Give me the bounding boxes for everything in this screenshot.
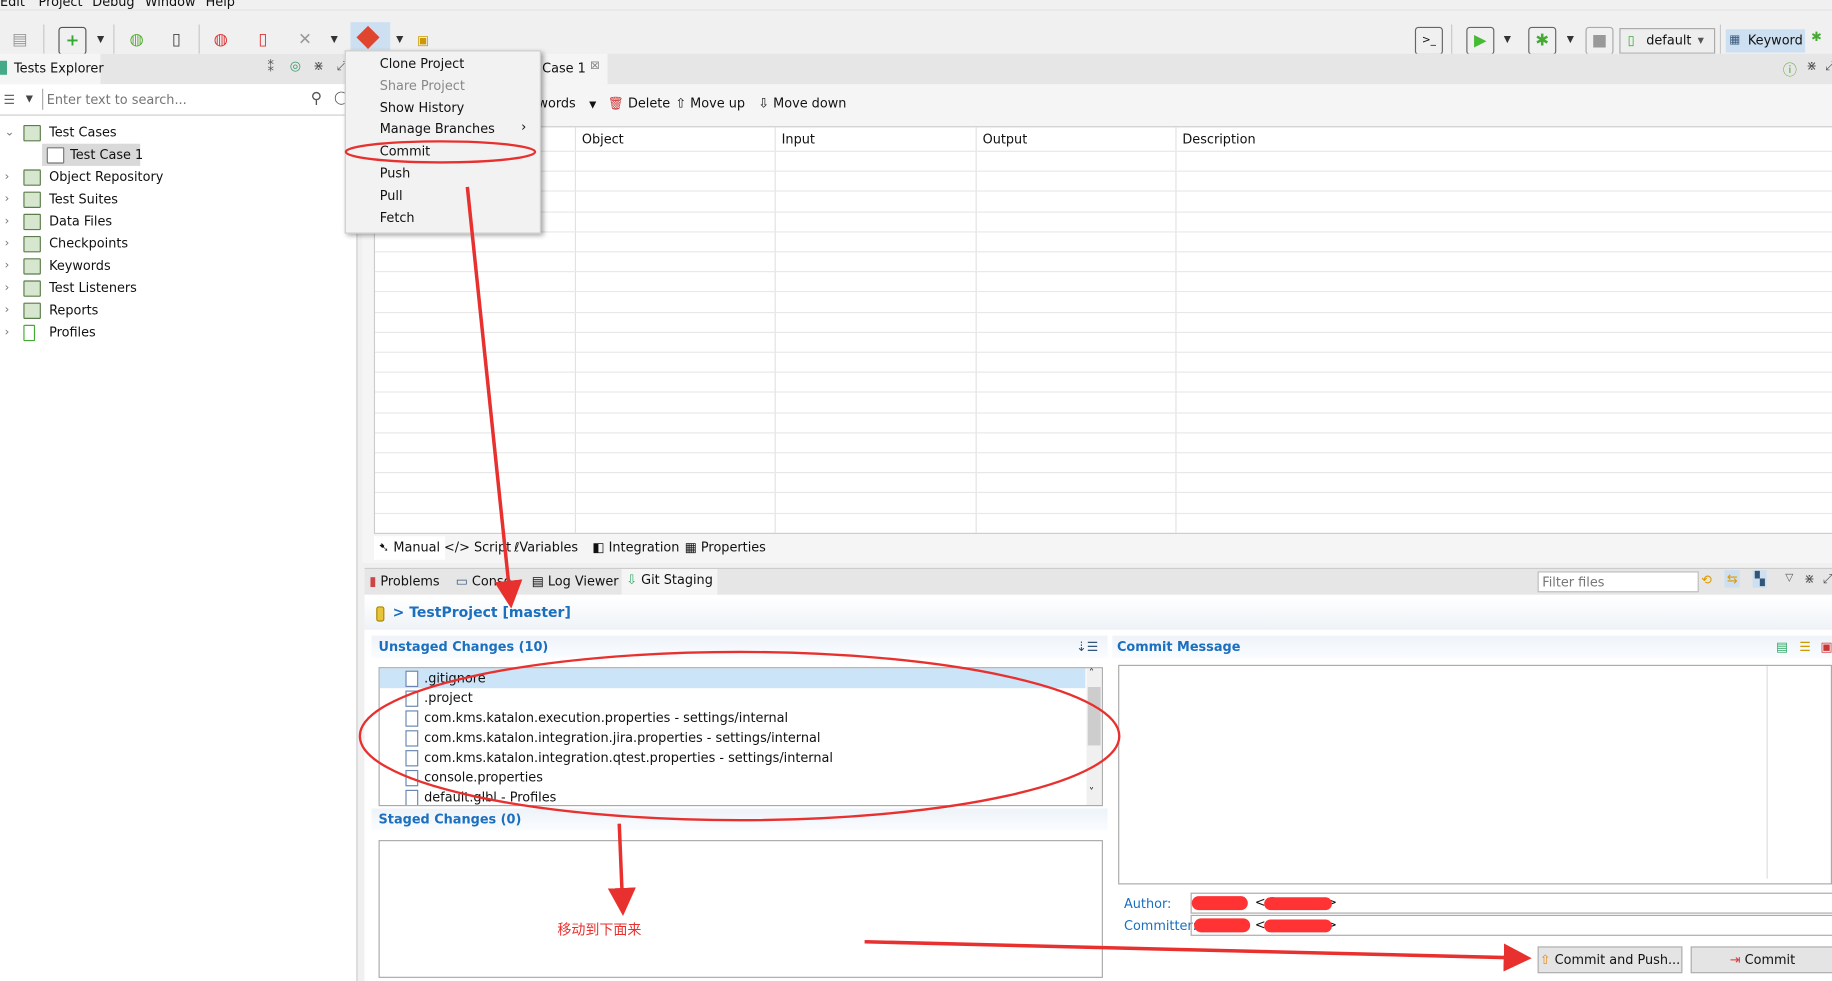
annotation-arrow bbox=[864, 939, 1532, 972]
annotation-arrow bbox=[607, 823, 636, 916]
annotation-arrow bbox=[465, 186, 523, 609]
annotation-overlay bbox=[344, 140, 1532, 972]
annotation-ellipse-commit bbox=[344, 140, 537, 164]
redacted-mark bbox=[1264, 919, 1332, 933]
annotation-ellipse-unstaged bbox=[358, 650, 1121, 822]
redacted-mark bbox=[1264, 897, 1332, 911]
annotation-text: 移动到下面来 bbox=[557, 921, 642, 939]
